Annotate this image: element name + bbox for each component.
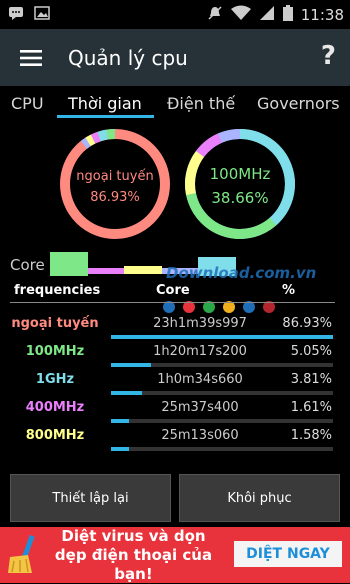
- row-time: 25m13s060: [161, 428, 239, 443]
- usage-rings: ngoại tuyến 86.93% 100MHz 38.66%: [0, 120, 350, 245]
- watermark-logo: Download.com.vn: [166, 264, 317, 282]
- mute-icon: [207, 5, 223, 25]
- tab-governors[interactable]: Governors: [257, 94, 340, 113]
- table-row: 400MHz 25m37s400 1.61%: [0, 398, 350, 426]
- row-frequency: 400MHz: [25, 400, 85, 415]
- hamburger-icon: [20, 49, 42, 66]
- table-row: 1GHz 1h0m34s660 3.81%: [0, 370, 350, 398]
- row-frequency: ngoại tuyến: [11, 316, 99, 331]
- restore-button[interactable]: Khôi phục: [179, 474, 340, 522]
- row-bar: [111, 419, 129, 423]
- tab-voltage[interactable]: Điện thế: [167, 94, 235, 113]
- frequency-table-header: frequencies Core %: [10, 283, 340, 303]
- table-row: 800MHz 25m13s060 1.58%: [0, 426, 350, 454]
- ad-cta-button[interactable]: DIỆT NGAY: [234, 541, 342, 567]
- reset-button[interactable]: Thiết lập lại: [10, 474, 171, 522]
- row-percent: 3.81%: [290, 372, 332, 387]
- row-time: 23h1m39s997: [153, 316, 247, 331]
- row-time: 1h0m34s660: [157, 372, 243, 387]
- row-bar-track: [111, 447, 333, 451]
- 100mhz-ring-percent: 38.66%: [211, 189, 269, 207]
- ring-charts: [60, 128, 295, 239]
- header-divider: [10, 302, 335, 303]
- row-bar: [111, 335, 333, 339]
- row-bar-track: [111, 419, 333, 423]
- broom-icon: [6, 534, 40, 579]
- row-bar-track: [111, 391, 333, 395]
- 100mhz-ring-name: 100MHz: [209, 165, 271, 183]
- active-tab-indicator: [57, 115, 154, 118]
- row-time: 1h20m17s200: [153, 344, 247, 359]
- tab-time[interactable]: Thời gian: [68, 94, 142, 113]
- page-title: Quản lý cpu: [68, 45, 188, 70]
- battery-icon: [282, 4, 293, 25]
- row-bar: [111, 391, 142, 395]
- table-row: 100MHz 1h20m17s200 5.05%: [0, 342, 350, 370]
- row-frequency: 1GHz: [35, 372, 75, 387]
- offline-ring-percent: 86.93%: [90, 190, 140, 205]
- ad-text: Diệt virus và dọn dẹp điện thoại của bạn…: [54, 526, 213, 583]
- row-percent: 1.61%: [290, 400, 332, 415]
- row-frequency: 800MHz: [25, 428, 85, 443]
- row-percent: 86.93%: [282, 316, 332, 331]
- chat-notification-icon: [8, 5, 24, 25]
- app-bar: Quản lý cpu ?: [0, 29, 350, 86]
- wifi-icon: [230, 5, 251, 25]
- help-button[interactable]: ?: [321, 41, 336, 71]
- table-row: ngoại tuyến 23h1m39s997 86.93%: [0, 314, 350, 342]
- header-core: Core: [156, 283, 190, 298]
- header-percent: %: [282, 283, 296, 298]
- signal-icon: [259, 5, 275, 25]
- row-frequency: 100MHz: [25, 344, 85, 359]
- menu-button[interactable]: [16, 43, 46, 73]
- row-bar: [111, 363, 151, 367]
- 100mhz-ring: [184, 128, 295, 239]
- header-frequencies: frequencies: [14, 283, 101, 298]
- status-bar: 11:38: [0, 0, 350, 29]
- tab-cpu[interactable]: CPU: [11, 94, 44, 113]
- row-time: 25m37s400: [161, 400, 239, 415]
- offline-ring-name: ngoại tuyến: [76, 169, 154, 184]
- image-notification-icon: [34, 5, 50, 25]
- row-bar: [111, 447, 129, 451]
- row-percent: 1.58%: [290, 428, 332, 443]
- tab-bar: CPU Thời gian Điện thế Governors: [0, 86, 350, 120]
- ad-banner[interactable]: Diệt virus và dọn dẹp điện thoại của bạn…: [0, 527, 350, 583]
- row-percent: 5.05%: [290, 344, 332, 359]
- clock: 11:38: [300, 5, 344, 24]
